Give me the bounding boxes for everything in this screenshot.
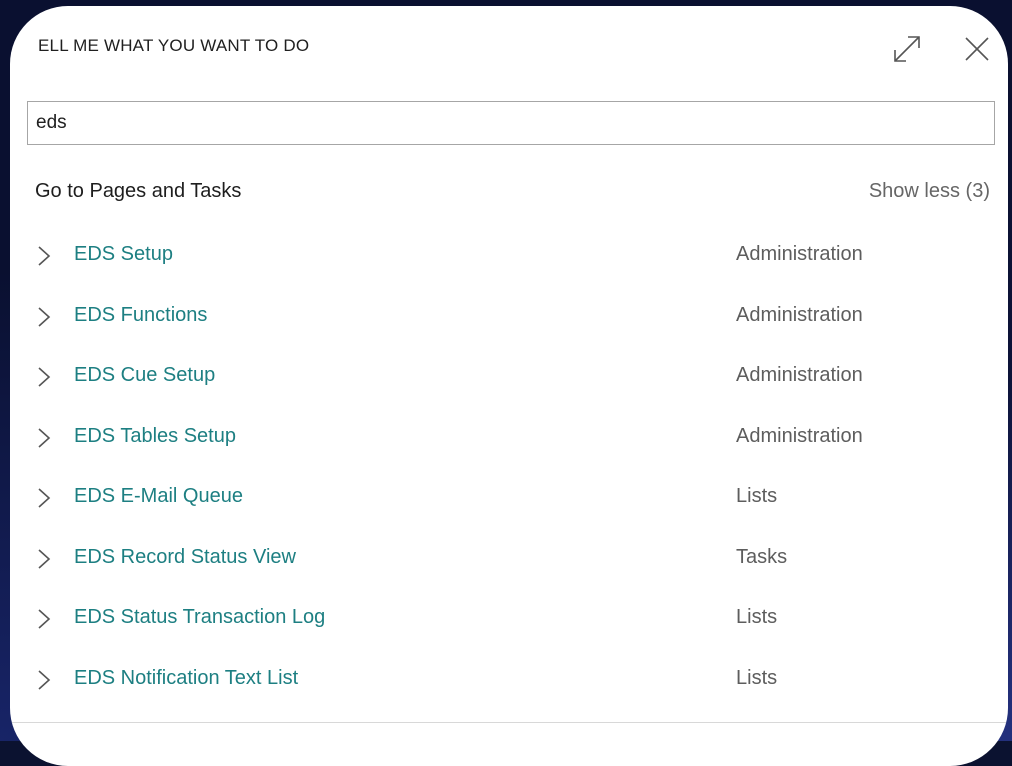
result-category: Administration — [736, 364, 863, 386]
result-link[interactable]: EDS Tables Setup — [74, 425, 236, 448]
dialog-title: ELL ME WHAT YOU WANT TO DO — [38, 36, 310, 55]
show-less-link[interactable]: Show less (3) — [869, 180, 990, 203]
result-link[interactable]: EDS Cue Setup — [74, 364, 215, 387]
chevron-right-icon[interactable] — [36, 548, 52, 570]
expand-icon — [894, 36, 920, 62]
result-category: Administration — [736, 303, 863, 326]
result-row[interactable]: EDS Functions Administration — [10, 287, 1008, 348]
results-list: EDS Setup Administration EDS Functions A… — [10, 226, 1008, 710]
section-title: Go to Pages and Tasks — [35, 180, 242, 202]
result-link[interactable]: EDS Record Status View — [74, 546, 296, 569]
chevron-right-icon[interactable] — [36, 306, 52, 328]
chevron-right-icon[interactable] — [36, 366, 52, 388]
dialog-header: ELL ME WHAT YOU WANT TO DO — [10, 6, 1008, 96]
close-icon — [965, 37, 989, 61]
result-row[interactable]: EDS Record Status View Tasks — [10, 529, 1008, 590]
result-category: Tasks — [736, 545, 788, 568]
divider — [10, 722, 1008, 723]
chevron-right-icon[interactable] — [36, 245, 52, 267]
tell-me-dialog: ELL ME WHAT YOU WANT TO DO Go to Pages a… — [10, 6, 1008, 766]
result-row[interactable]: EDS Notification Text List Lists — [10, 650, 1008, 711]
chevron-right-icon[interactable] — [36, 608, 52, 630]
result-row[interactable]: EDS Cue Setup Administration — [10, 347, 1008, 408]
search-field[interactable] — [27, 101, 995, 145]
section-header: Go to Pages and Tasks Show less (3) — [10, 174, 1008, 210]
chevron-right-icon[interactable] — [36, 487, 52, 509]
result-category: Administration — [736, 243, 863, 265]
result-link[interactable]: EDS E-Mail Queue — [74, 485, 243, 508]
result-link[interactable]: EDS Status Transaction Log — [74, 606, 325, 629]
result-category: Lists — [736, 666, 778, 689]
result-category: Lists — [736, 606, 778, 628]
result-row[interactable]: EDS Tables Setup Administration — [10, 408, 1008, 469]
chevron-right-icon[interactable] — [36, 669, 52, 691]
result-link[interactable]: EDS Functions — [74, 304, 207, 327]
result-link[interactable]: EDS Setup — [74, 243, 173, 266]
result-row[interactable]: EDS Setup Administration — [10, 226, 1008, 287]
result-category: Administration — [736, 424, 863, 447]
chevron-right-icon[interactable] — [36, 427, 52, 449]
search-input[interactable] — [28, 102, 994, 144]
expand-button[interactable] — [890, 32, 924, 66]
result-link[interactable]: EDS Notification Text List — [74, 667, 298, 690]
result-row[interactable]: EDS E-Mail Queue Lists — [10, 468, 1008, 529]
result-category: Lists — [736, 485, 778, 507]
result-row[interactable]: EDS Status Transaction Log Lists — [10, 589, 1008, 650]
close-button[interactable] — [960, 32, 994, 66]
